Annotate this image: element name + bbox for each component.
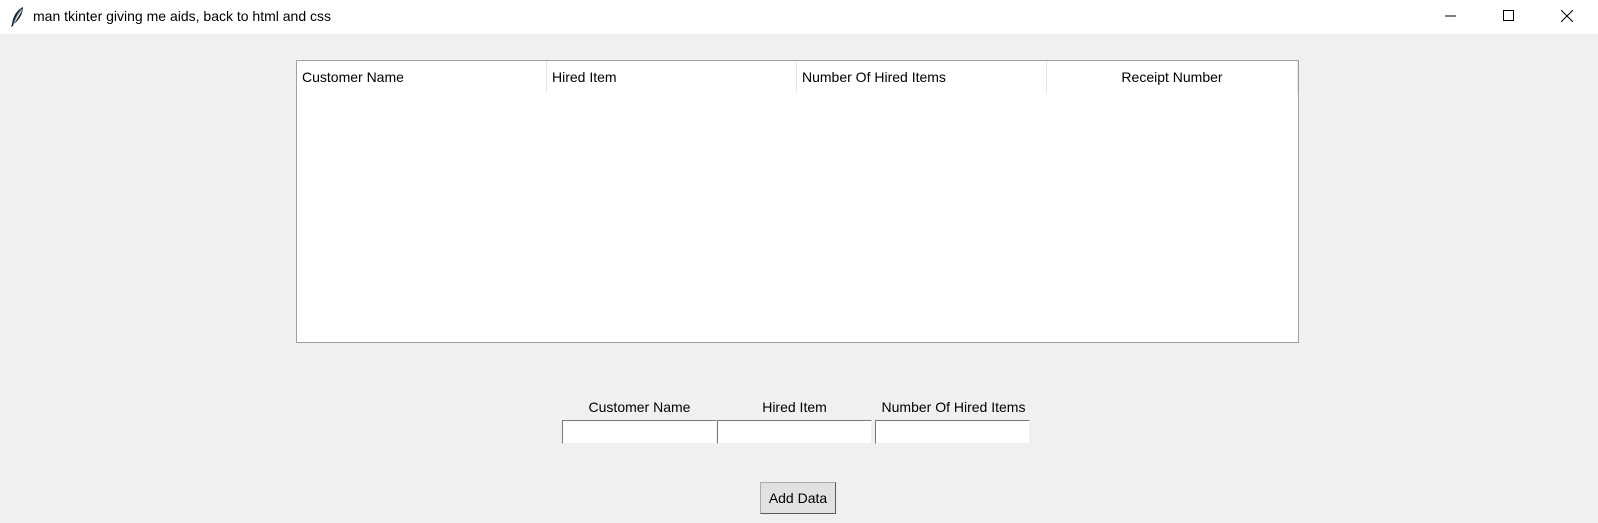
column-header-hired-item[interactable]: Hired Item [547, 61, 797, 93]
window-title: man tkinter giving me aids, back to html… [33, 8, 332, 24]
add-data-button[interactable]: Add Data [760, 482, 836, 514]
table-body[interactable] [297, 93, 1298, 342]
column-header-customer-name[interactable]: Customer Name [297, 61, 547, 93]
close-button[interactable] [1544, 0, 1590, 34]
minimize-button[interactable] [1428, 0, 1474, 34]
feather-icon [10, 6, 26, 28]
hired-item-input[interactable] [717, 420, 872, 444]
minimize-icon [1445, 9, 1457, 25]
maximize-button[interactable] [1486, 0, 1532, 34]
column-header-number-of-hired-items[interactable]: Number Of Hired Items [797, 61, 1047, 93]
number-of-hired-items-label: Number Of Hired Items [881, 399, 1026, 415]
app-window: man tkinter giving me aids, back to html… [0, 0, 1598, 523]
title-bar: man tkinter giving me aids, back to html… [0, 0, 1598, 34]
customer-name-label: Customer Name [588, 399, 691, 415]
hired-item-label: Hired Item [762, 399, 827, 415]
maximize-icon [1503, 9, 1515, 25]
column-header-receipt-number[interactable]: Receipt Number [1047, 61, 1298, 93]
records-table[interactable]: Customer Name Hired Item Number Of Hired… [296, 60, 1299, 343]
number-of-hired-items-input[interactable] [875, 420, 1030, 444]
close-icon [1560, 9, 1574, 25]
customer-name-input[interactable] [562, 420, 717, 444]
table-header: Customer Name Hired Item Number Of Hired… [297, 61, 1298, 93]
